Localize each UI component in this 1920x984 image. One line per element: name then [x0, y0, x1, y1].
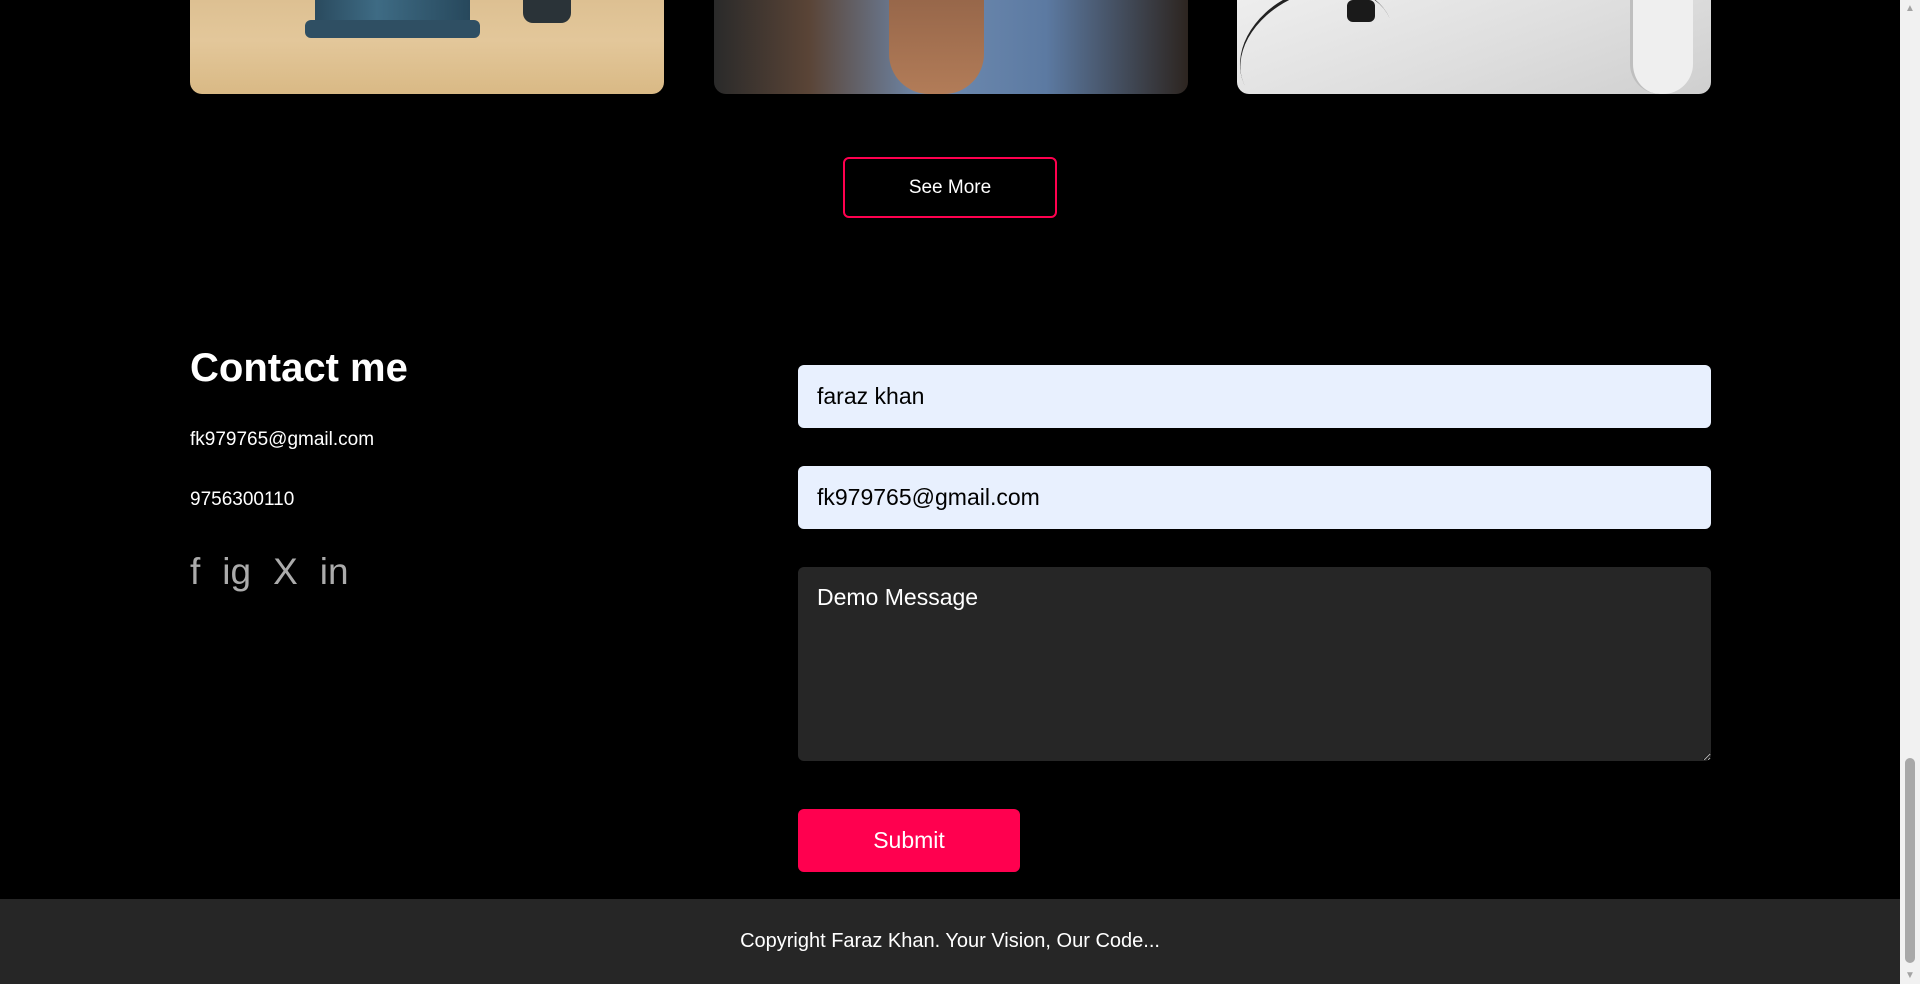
contact-title: Contact me [190, 346, 408, 390]
x-twitter-icon[interactable]: X [273, 548, 298, 596]
photo-device-edge [1630, 0, 1693, 94]
social-links: f ig X in [190, 548, 349, 596]
photo-cable-shape [1237, 0, 1416, 94]
product-cup-shape [523, 0, 571, 23]
linkedin-icon[interactable]: in [320, 548, 349, 596]
photo-plug-shape [1347, 0, 1375, 22]
facebook-icon[interactable]: f [190, 548, 200, 596]
scrollbar-thumb[interactable] [1905, 758, 1915, 963]
see-more-button[interactable]: See More [843, 157, 1057, 218]
page: See More Contact me fk979765@gmail.com 9… [0, 0, 1900, 984]
contact-phone: 9756300110 [190, 489, 295, 510]
copyright-text: Copyright Faraz Khan. Your Vision, Our C… [740, 930, 1160, 952]
message-textarea[interactable]: Demo Message [798, 567, 1711, 761]
footer: Copyright Faraz Khan. Your Vision, Our C… [0, 899, 1900, 984]
name-input[interactable] [798, 365, 1711, 428]
submit-button[interactable]: Submit [798, 809, 1020, 872]
contact-email: fk979765@gmail.com [190, 429, 375, 450]
product-bottle-base [305, 20, 480, 38]
photo-hand-shape [889, 0, 984, 94]
portfolio-image-card [190, 0, 664, 94]
vertical-scrollbar[interactable]: ▲ ▼ [1900, 0, 1920, 984]
portfolio-image-card [1237, 0, 1711, 94]
instagram-icon[interactable]: ig [222, 548, 251, 596]
scroll-up-arrow-icon[interactable]: ▲ [1900, 0, 1920, 17]
portfolio-image-card [714, 0, 1188, 94]
email-input[interactable] [798, 466, 1711, 529]
scroll-down-arrow-icon[interactable]: ▼ [1900, 967, 1920, 984]
